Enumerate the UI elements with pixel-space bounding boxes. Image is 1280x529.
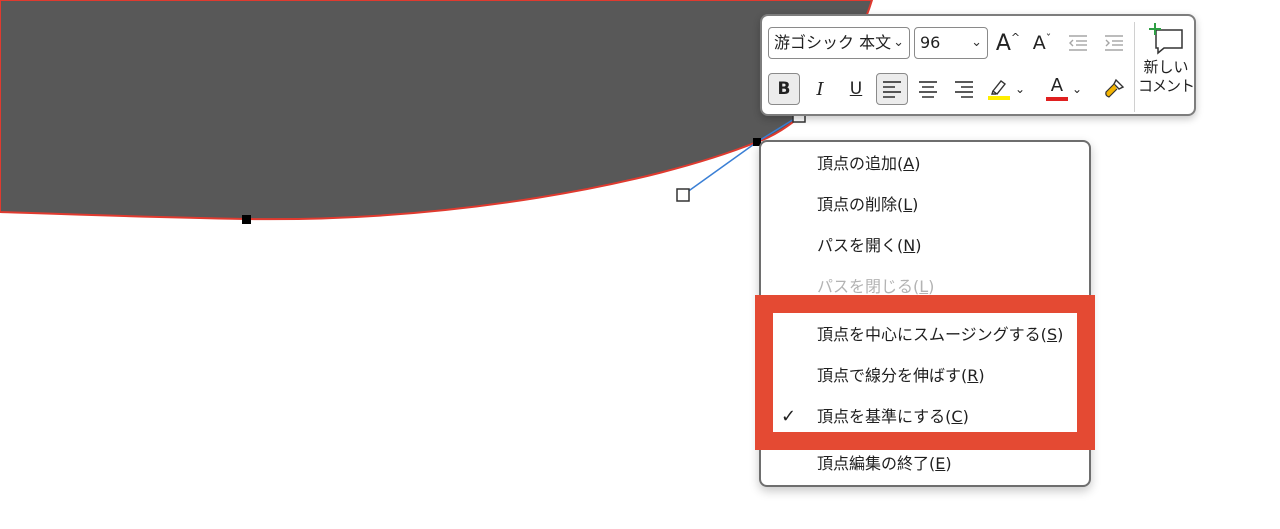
menu-item-label: 頂点を中心にスムージングする(	[817, 325, 1047, 344]
font-color-button[interactable]: A ⌄	[1042, 73, 1086, 105]
new-comment-icon	[1149, 23, 1183, 55]
font-color-letter: A	[1050, 75, 1064, 96]
font-name-value: 游ゴシック 本文	[774, 33, 892, 52]
new-comment-label-line1: 新しい	[1143, 58, 1189, 76]
menu-item-label-end: )	[912, 195, 919, 214]
underline-label: U	[849, 79, 863, 99]
menu-item-delete-vertex[interactable]: 頂点の削除(L)	[761, 185, 1091, 225]
align-left-icon	[883, 81, 901, 98]
menu-item-open-path[interactable]: パスを開く(N)	[761, 226, 1091, 266]
decrease-indent-icon	[1069, 35, 1087, 51]
menu-item-label-end: )	[914, 154, 921, 173]
menu-item-close-path: パスを閉じる(L)	[761, 267, 1091, 307]
checkmark-icon: ✓	[781, 406, 797, 427]
align-center-button[interactable]	[912, 73, 944, 105]
menu-item-label-end: )	[928, 277, 935, 296]
menu-item-label: 頂点の追加(	[817, 154, 904, 173]
menu-item-label: パスを閉じる(	[817, 277, 920, 296]
menu-item-label-end: )	[945, 454, 952, 473]
chevron-down-icon: ⌄	[1071, 82, 1083, 96]
menu-item-add-vertex[interactable]: 頂点の追加(A)	[761, 144, 1091, 184]
menu-item-access-key: C	[951, 407, 963, 426]
italic-button[interactable]: I	[804, 73, 836, 105]
italic-label: I	[816, 78, 824, 100]
font-size-value: 96	[920, 33, 941, 52]
decrease-indent-button[interactable]	[1062, 27, 1094, 59]
format-painter-icon	[1105, 78, 1125, 98]
new-comment-label-line2: コメント	[1137, 77, 1195, 95]
decrease-font-size-button[interactable]: Aˇ	[1026, 27, 1058, 59]
menu-item-label-end: )	[962, 407, 969, 426]
format-painter-button[interactable]	[1098, 73, 1130, 105]
align-center-icon	[919, 81, 937, 98]
menu-item-straight-segment[interactable]: 頂点で線分を伸ばす(R)	[761, 356, 1091, 396]
menu-item-exit-edit-points[interactable]: 頂点編集の終了(E)	[761, 444, 1091, 484]
highlight-color-button[interactable]: ⌄	[984, 73, 1028, 105]
menu-item-access-key: L	[903, 195, 913, 214]
font-size-combo[interactable]: 96 ⌄	[914, 27, 988, 59]
menu-item-label: 頂点編集の終了(	[817, 454, 936, 473]
new-comment-label: 新しい コメント	[1136, 58, 1196, 96]
increase-font-size-button[interactable]: A ^	[992, 27, 1024, 59]
menu-item-corner-vertex[interactable]: ✓ 頂点を基準にする(C)	[761, 397, 1091, 437]
menu-item-access-key: S	[1046, 325, 1058, 344]
chevron-down-icon: ⌄	[971, 35, 982, 50]
increase-font-icon: A	[995, 30, 1011, 56]
mini-toolbar: 游ゴシック 本文 ⌄ 96 ⌄ A ^ Aˇ B I U ⌄ A ⌄ 新しい コ…	[760, 14, 1196, 116]
menu-item-label: 頂点の削除(	[817, 195, 904, 214]
menu-item-access-key: N	[903, 236, 916, 255]
align-left-button[interactable]	[876, 73, 908, 105]
bold-button[interactable]: B	[768, 73, 800, 105]
chevron-down-icon: ⌄	[893, 35, 904, 50]
menu-item-access-key: E	[935, 454, 946, 473]
menu-item-label-end: )	[915, 236, 922, 255]
menu-item-access-key: R	[967, 366, 979, 385]
increase-indent-icon	[1105, 35, 1123, 51]
align-right-icon	[955, 81, 973, 98]
menu-item-label: 頂点を基準にする(	[817, 407, 952, 426]
align-right-button[interactable]	[948, 73, 980, 105]
bold-label: B	[777, 79, 791, 99]
menu-item-label-end: )	[978, 366, 985, 385]
decrease-font-icon: A	[1032, 32, 1046, 54]
menu-item-access-key: A	[903, 154, 915, 173]
underline-button[interactable]: U	[840, 73, 872, 105]
new-comment-button[interactable]: 新しい コメント	[1136, 22, 1196, 112]
menu-item-smooth-vertex[interactable]: 頂点を中心にスムージングする(S)	[761, 315, 1091, 355]
menu-item-label: 頂点で線分を伸ばす(	[817, 366, 968, 385]
chevron-down-icon: ⌄	[1014, 82, 1026, 96]
vertex-handle[interactable]	[242, 215, 251, 224]
control-point-handle[interactable]	[676, 188, 690, 202]
highlighter-icon	[987, 80, 1010, 100]
font-name-combo[interactable]: 游ゴシック 本文 ⌄	[768, 27, 910, 59]
freeform-shape[interactable]	[0, 0, 874, 221]
menu-item-label: パスを開く(	[817, 236, 904, 255]
increase-indent-button[interactable]	[1098, 27, 1130, 59]
menu-item-access-key: L	[919, 277, 929, 296]
context-menu: 頂点の追加(A) 頂点の削除(L) パスを開く(N) パスを閉じる(L) 頂点を…	[759, 140, 1091, 487]
menu-item-label-end: )	[1057, 325, 1064, 344]
toolbar-divider	[1134, 22, 1135, 112]
font-color-swatch	[1045, 97, 1068, 101]
